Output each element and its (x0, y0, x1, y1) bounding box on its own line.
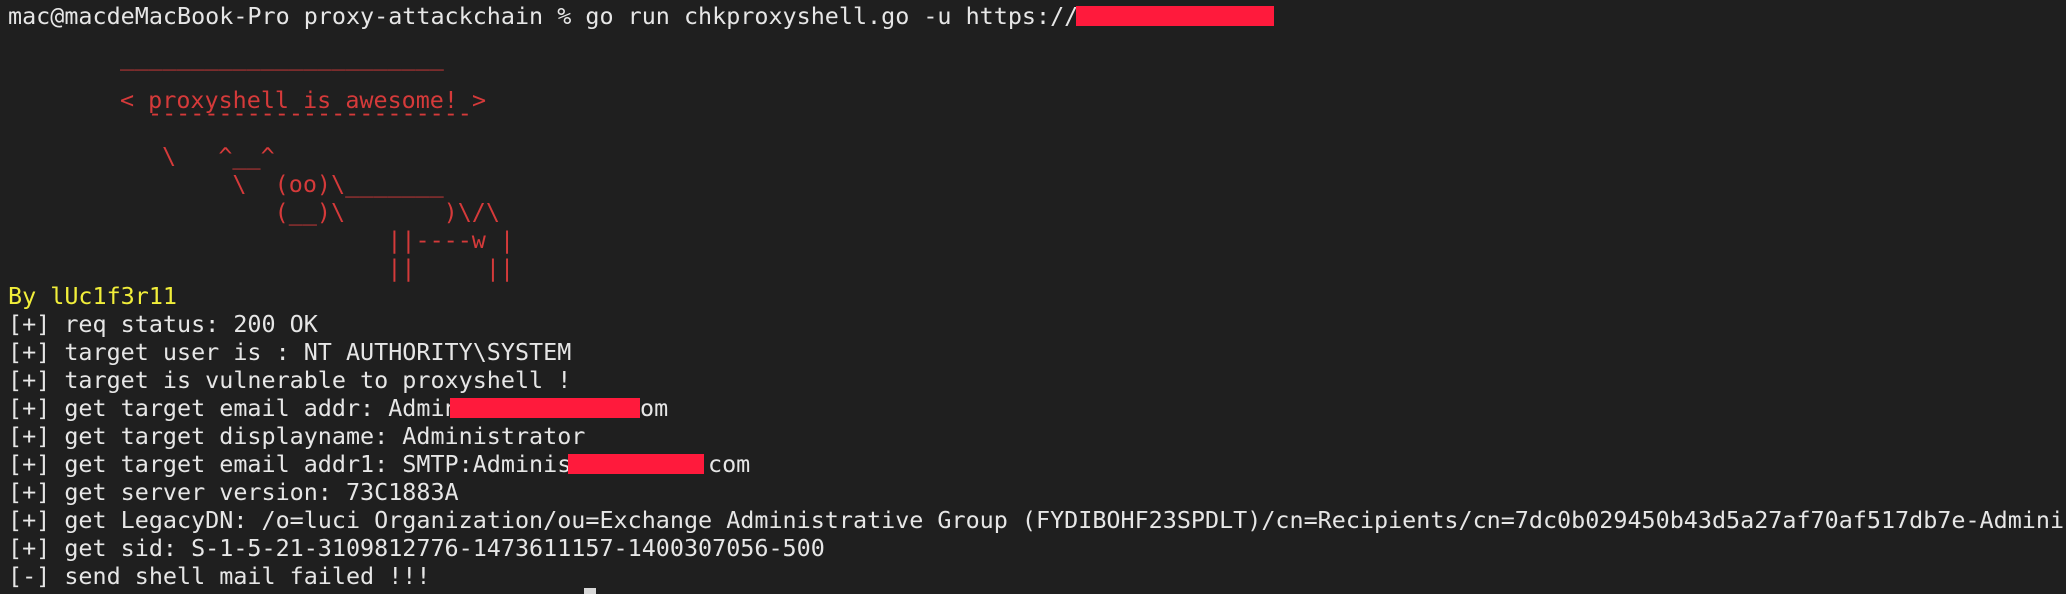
redacted-url (1076, 6, 1274, 26)
command-line: mac@macdeMacBook-Pro proxy-attackchain %… (8, 2, 1093, 30)
cow-bubble-bottom: ----------------------- (148, 99, 472, 127)
author-credit: By lUc1f3r11 (8, 282, 177, 310)
output-line-send-failed: [-] send shell mail failed !!! (8, 562, 431, 590)
cow-art-line-2: \ (oo)\_______ (162, 170, 444, 198)
email-suffix-2: com (708, 450, 751, 478)
redacted-email-1 (450, 398, 640, 418)
cow-art-line-1: \ ^__^ (162, 142, 275, 170)
terminal-cursor (584, 588, 596, 594)
output-line-target-user: [+] target user is : NT AUTHORITY\SYSTEM (8, 338, 572, 366)
output-line-legacy-dn: [+] get LegacyDN: /o=luci Organization/o… (8, 506, 2065, 534)
output-line-server-version: [+] get server version: 73C1883A (8, 478, 459, 506)
cow-bubble-top: _______________________ (120, 43, 444, 71)
cow-art-line-4: ||----w | (162, 226, 515, 254)
redacted-email-2 (568, 454, 704, 474)
output-line-displayname: [+] get target displayname: Administrato… (8, 422, 586, 450)
output-line-email-addr1: [+] get target email addr1: SMTP:Adminis (8, 450, 572, 478)
output-line-vulnerable: [+] target is vulnerable to proxyshell ! (8, 366, 572, 394)
cow-art-line-3: (__)\ )\/\ (162, 198, 500, 226)
email-suffix-1: om (640, 394, 669, 422)
terminal-window[interactable]: mac@macdeMacBook-Pro proxy-attackchain %… (0, 0, 2066, 594)
output-line-req-status: [+] req status: 200 OK (8, 310, 318, 338)
output-line-email-addr: [+] get target email addr: Admin (8, 394, 459, 422)
cow-art-line-5: || || (162, 254, 515, 282)
output-line-sid: [+] get sid: S-1-5-21-3109812776-1473611… (8, 534, 825, 562)
